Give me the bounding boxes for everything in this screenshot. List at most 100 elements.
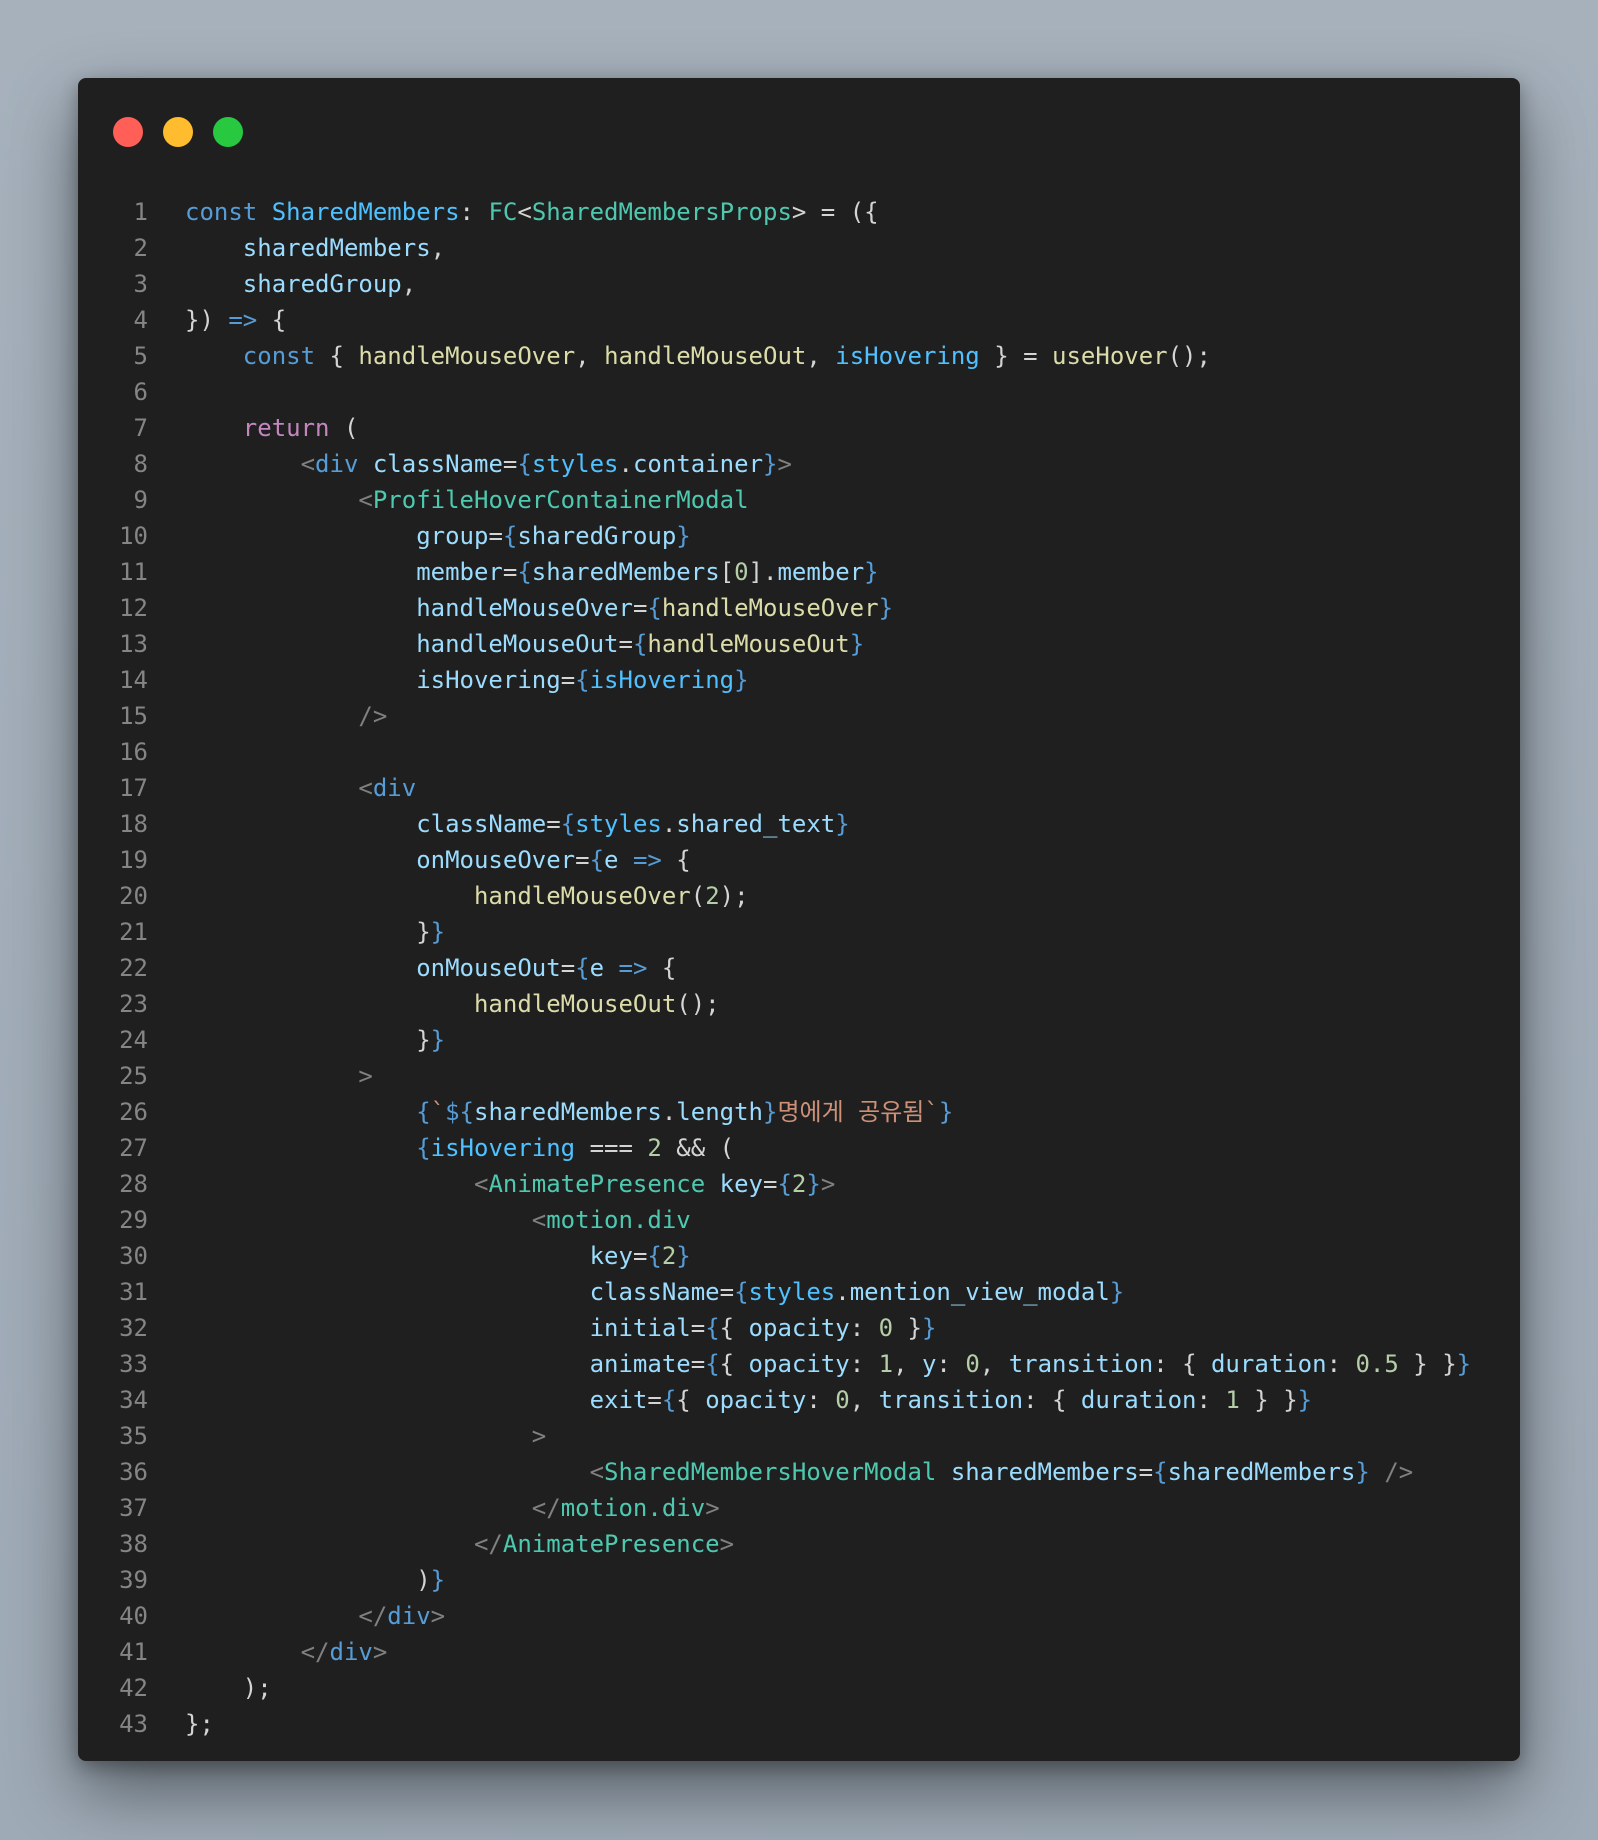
code-token: SharedMembersProps	[531, 198, 792, 226]
code-token: handleMouseOut	[604, 342, 807, 370]
code-token: {	[734, 1278, 749, 1306]
code-line: 31 className={styles.mention_view_modal}	[78, 1274, 1520, 1310]
code-token: const	[242, 342, 316, 370]
code-token: {	[719, 1350, 749, 1378]
code-token: ,	[430, 234, 446, 262]
code-text: >	[148, 1418, 546, 1454]
code-line: 25 >	[78, 1058, 1520, 1094]
code-token: >	[372, 1638, 388, 1666]
code-token: =	[690, 1350, 706, 1378]
code-token: :	[806, 1386, 836, 1414]
code-token: {	[257, 306, 287, 334]
code-token: ,	[893, 1350, 922, 1378]
code-token: motion.div	[560, 1494, 706, 1522]
code-token: const	[185, 198, 272, 226]
code-line: 6	[78, 374, 1520, 410]
code-token: [	[719, 558, 735, 586]
code-token: >	[531, 1422, 547, 1450]
code-text: }) => {	[148, 302, 286, 338]
code-token: }	[893, 1314, 922, 1342]
code-text: <div	[148, 770, 416, 806]
code-text: handleMouseOut={handleMouseOut}	[148, 626, 864, 662]
code-line: 27 {isHovering === 2 && (	[78, 1130, 1520, 1166]
code-text: };	[148, 1706, 214, 1742]
code-token: initial	[589, 1314, 691, 1342]
code-token: motion.div	[546, 1206, 691, 1234]
line-number: 35	[119, 1422, 148, 1450]
code-token: }	[849, 630, 865, 658]
line-number: 40	[119, 1602, 148, 1630]
code-token: sharedMembers	[242, 234, 431, 262]
line-number: 36	[119, 1458, 148, 1486]
code-token: =	[502, 558, 518, 586]
code-token: div	[329, 1638, 373, 1666]
maximize-dot-icon[interactable]	[213, 117, 243, 147]
line-number: 18	[119, 810, 148, 838]
code-token: isHovering	[835, 342, 980, 370]
code-text: onMouseOver={e => {	[148, 842, 691, 878]
code-line: 20 handleMouseOver(2);	[78, 878, 1520, 914]
code-line: 28 <AnimatePresence key={2}>	[78, 1166, 1520, 1202]
code-text: key={2}	[148, 1238, 691, 1274]
code-text: sharedGroup,	[148, 266, 416, 302]
code-token: }	[430, 1566, 446, 1594]
code-token: ,	[979, 1350, 1009, 1378]
code-token: className	[589, 1278, 720, 1306]
window-controls	[113, 117, 243, 147]
line-number: 23	[119, 990, 148, 1018]
code-text: group={sharedGroup}	[148, 518, 691, 554]
code-token: .	[618, 450, 633, 478]
code-token: } }	[1398, 1350, 1457, 1378]
code-token: exit	[589, 1386, 648, 1414]
code-token: .	[835, 1278, 850, 1306]
code-token: styles	[748, 1278, 836, 1306]
code-token: {	[575, 954, 590, 982]
line-number: 38	[119, 1530, 148, 1558]
code-token: =	[546, 810, 561, 838]
code-token: ===	[575, 1134, 648, 1162]
code-token: <	[531, 1206, 547, 1234]
code-text: <motion.div	[148, 1202, 691, 1238]
code-token: }	[806, 1170, 821, 1198]
code-token: transition	[1008, 1350, 1154, 1378]
close-dot-icon[interactable]	[113, 117, 143, 147]
code-token: isHovering	[430, 1134, 576, 1162]
code-token: FC	[488, 198, 518, 226]
code-token: key	[589, 1242, 633, 1270]
code-token: </	[473, 1530, 503, 1558]
code-token: {	[632, 630, 648, 658]
code-token: {	[416, 1134, 431, 1162]
code-token: }	[763, 450, 778, 478]
code-token: }	[878, 594, 894, 622]
code-token: styles	[531, 450, 619, 478]
code-token: }	[1355, 1458, 1370, 1486]
code-token: opacity	[705, 1386, 807, 1414]
code-text: isHovering={isHovering}	[148, 662, 748, 698]
code-text: onMouseOut={e => {	[148, 950, 676, 986]
code-token: div	[315, 450, 359, 478]
code-text: </AnimatePresence>	[148, 1526, 734, 1562]
minimize-dot-icon[interactable]	[163, 117, 193, 147]
code-text: <AnimatePresence key={2}>	[148, 1166, 835, 1202]
line-number: 5	[133, 342, 148, 370]
code-token: {	[416, 1098, 431, 1126]
code-token: =	[618, 630, 633, 658]
code-token: member	[777, 558, 865, 586]
code-line: 40 </div>	[78, 1598, 1520, 1634]
code-token: ,	[806, 342, 836, 370]
code-token: =	[632, 1242, 648, 1270]
code-token: ].	[748, 558, 778, 586]
code-token: ,	[401, 270, 417, 298]
line-number: 4	[133, 306, 148, 334]
line-number: 8	[133, 450, 148, 478]
code-token: styles	[575, 810, 662, 838]
code-token: ,	[575, 342, 605, 370]
